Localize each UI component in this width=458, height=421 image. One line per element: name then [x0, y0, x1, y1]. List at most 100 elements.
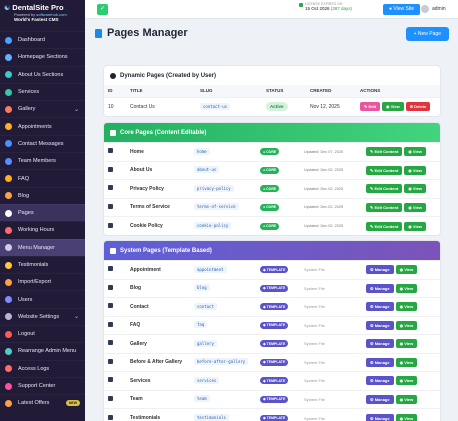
manage-button[interactable]: ⚙ Manage [366, 302, 394, 312]
sidebar-item-services[interactable]: Services [0, 82, 85, 100]
sidebar-item-label: Dashboard [18, 37, 45, 44]
edit-content-button[interactable]: ✎ Edit Content [366, 184, 403, 194]
compare-icon [108, 358, 113, 364]
manage-button[interactable]: ⚙ Manage [366, 265, 394, 275]
sidebar-item-blog[interactable]: Blog [0, 186, 85, 204]
manage-button[interactable]: ⚙ Manage [366, 283, 394, 293]
manage-button[interactable]: ⚙ Manage [366, 357, 394, 367]
view-button[interactable]: ◉ View [395, 376, 418, 386]
globe-icon: ● [389, 6, 393, 12]
template-badge: ◆ TEMPLATE [260, 303, 289, 311]
sidebar-item-support-center[interactable]: Support Center [0, 376, 85, 394]
sidebar-item-access-logs[interactable]: Access Logs [0, 359, 85, 377]
view-button[interactable]: ◉ View [395, 302, 418, 312]
chevron-down-icon: ⌄ [73, 106, 79, 113]
row-slug: blog [194, 284, 210, 292]
row-title: FAQ [126, 315, 190, 335]
view-button[interactable]: ◉ View [395, 283, 418, 293]
sidebar-item-menu-manager[interactable]: Menu Manager [0, 238, 85, 256]
view-button[interactable]: ◉ View [404, 184, 426, 194]
sidebar-item-latest-offers[interactable]: Latest Offers NEW [0, 394, 85, 411]
sidebar-item-pages[interactable]: Pages [0, 203, 85, 222]
sidebar-item-working-hours[interactable]: Working Hours [0, 221, 85, 238]
row-title: Blog [126, 278, 190, 298]
edit-content-button[interactable]: ✎ Edit Content [366, 202, 403, 212]
new-page-button[interactable]: + New Page [405, 27, 449, 41]
transfer-icon [5, 278, 12, 286]
sidebar-item-label: Appointments [18, 123, 52, 130]
sidebar-item-website-settings[interactable]: Website Settings ⌄ [0, 307, 85, 325]
sidebar-item-testimonials[interactable]: Testimonials [0, 255, 85, 273]
row-title: Contact Us [126, 96, 196, 116]
sidebar-item-label: Gallery [18, 106, 36, 113]
view-button[interactable]: ◉ View [404, 202, 426, 212]
support-icon [5, 382, 12, 390]
row-system-file: System File [300, 389, 362, 409]
view-button[interactable]: ◉ View [395, 357, 418, 367]
row-updated: Updated: Dec 02, 2025 [300, 160, 362, 180]
row-slug: privacy-policy [194, 184, 234, 192]
delete-button[interactable]: ✖ Delete [405, 102, 431, 111]
image-icon [5, 105, 12, 113]
row-slug: contact-us [200, 102, 231, 110]
manage-button[interactable]: ⚙ Manage [366, 394, 394, 404]
sidebar-item-label: Website Settings [18, 313, 60, 320]
file-icon [95, 28, 102, 38]
row-system-file: System File [300, 315, 362, 335]
view-site-button[interactable]: ● View Site [383, 4, 421, 15]
sidebar-item-users[interactable]: Users [0, 290, 85, 307]
user-menu[interactable]: admin [421, 5, 446, 13]
star-icon [108, 414, 113, 420]
row-system-file: System File [300, 260, 362, 279]
calendar-icon [108, 266, 113, 272]
sidebar-item-import-export[interactable]: Import/Export [0, 273, 85, 290]
question-icon [108, 321, 113, 327]
col-status: STATUS [262, 85, 306, 97]
col-actions: ACTIONS [356, 85, 440, 97]
row-title: Before & After Gallery [126, 352, 190, 372]
view-button[interactable]: ◉ View [395, 320, 418, 330]
edit-content-button[interactable]: ✎ Edit Content [366, 165, 403, 175]
view-button[interactable]: ◉ View [404, 221, 426, 231]
view-button[interactable]: ◉ View [395, 339, 418, 349]
row-title: Cookie Policy [126, 216, 190, 235]
view-button[interactable]: ◉ View [382, 102, 404, 111]
edit-content-button[interactable]: ✎ Edit Content [366, 221, 403, 231]
manage-button[interactable]: ⚙ Manage [366, 413, 394, 421]
sidebar-item-gallery[interactable]: Gallery ⌄ [0, 100, 85, 117]
brand-title: DentalSite Pro [12, 3, 64, 12]
view-button[interactable]: ◉ View [395, 413, 418, 421]
sidebar-item-faq[interactable]: FAQ [0, 169, 85, 186]
view-button[interactable]: ◉ View [395, 265, 418, 275]
table-row: Privacy Policy privacy-policy ● CORE Update… [104, 179, 440, 198]
view-button[interactable]: ◉ View [404, 165, 426, 175]
edit-button[interactable]: ✎ Edit [360, 102, 381, 111]
sidebar-item-about-us-sections[interactable]: About Us Sections [0, 65, 85, 83]
row-system-file: System File [300, 297, 362, 316]
manage-button[interactable]: ⚙ Manage [366, 320, 394, 330]
manage-button[interactable]: ⚙ Manage [366, 339, 394, 349]
table-row: Before & After Gallery before-after-galle… [104, 352, 440, 372]
sidebar-item-label: Latest Offers [18, 400, 50, 407]
row-title: Contact [126, 297, 190, 316]
row-slug: testimonials [194, 414, 229, 421]
sidebar-item-dashboard[interactable]: Dashboard [0, 31, 85, 48]
sidebar-item-appointments[interactable]: Appointments [0, 117, 85, 134]
sidebar-item-team-members[interactable]: Team Members [0, 152, 85, 169]
users-icon [5, 157, 12, 165]
view-button[interactable]: ◉ View [395, 394, 418, 404]
dynamic-pages-table: ID TITLE SLUG STATUS CREATED ACTIONS 10 … [104, 85, 440, 116]
view-button[interactable]: ◉ View [404, 147, 426, 157]
sidebar-item-contact-messages[interactable]: Contact Messages [0, 134, 85, 152]
manage-button[interactable]: ⚙ Manage [366, 376, 394, 386]
edit-content-button[interactable]: ✎ Edit Content [366, 147, 403, 157]
sidebar-item-logout[interactable]: Logout [0, 325, 85, 342]
sidebar-item-label: Access Logs [18, 365, 50, 372]
sidebar-item-homepage-sections[interactable]: Homepage Sections [0, 48, 85, 65]
gear-icon [110, 247, 116, 254]
row-title: Terms of Service [126, 197, 190, 217]
brand-tagline: World's Fastest CMS [14, 17, 59, 22]
site-logo-icon[interactable]: ✓ [97, 4, 108, 15]
home-icon [108, 148, 113, 154]
sidebar-item-rearrange-admin-menu[interactable]: Rearrange Admin Menu [0, 342, 85, 359]
